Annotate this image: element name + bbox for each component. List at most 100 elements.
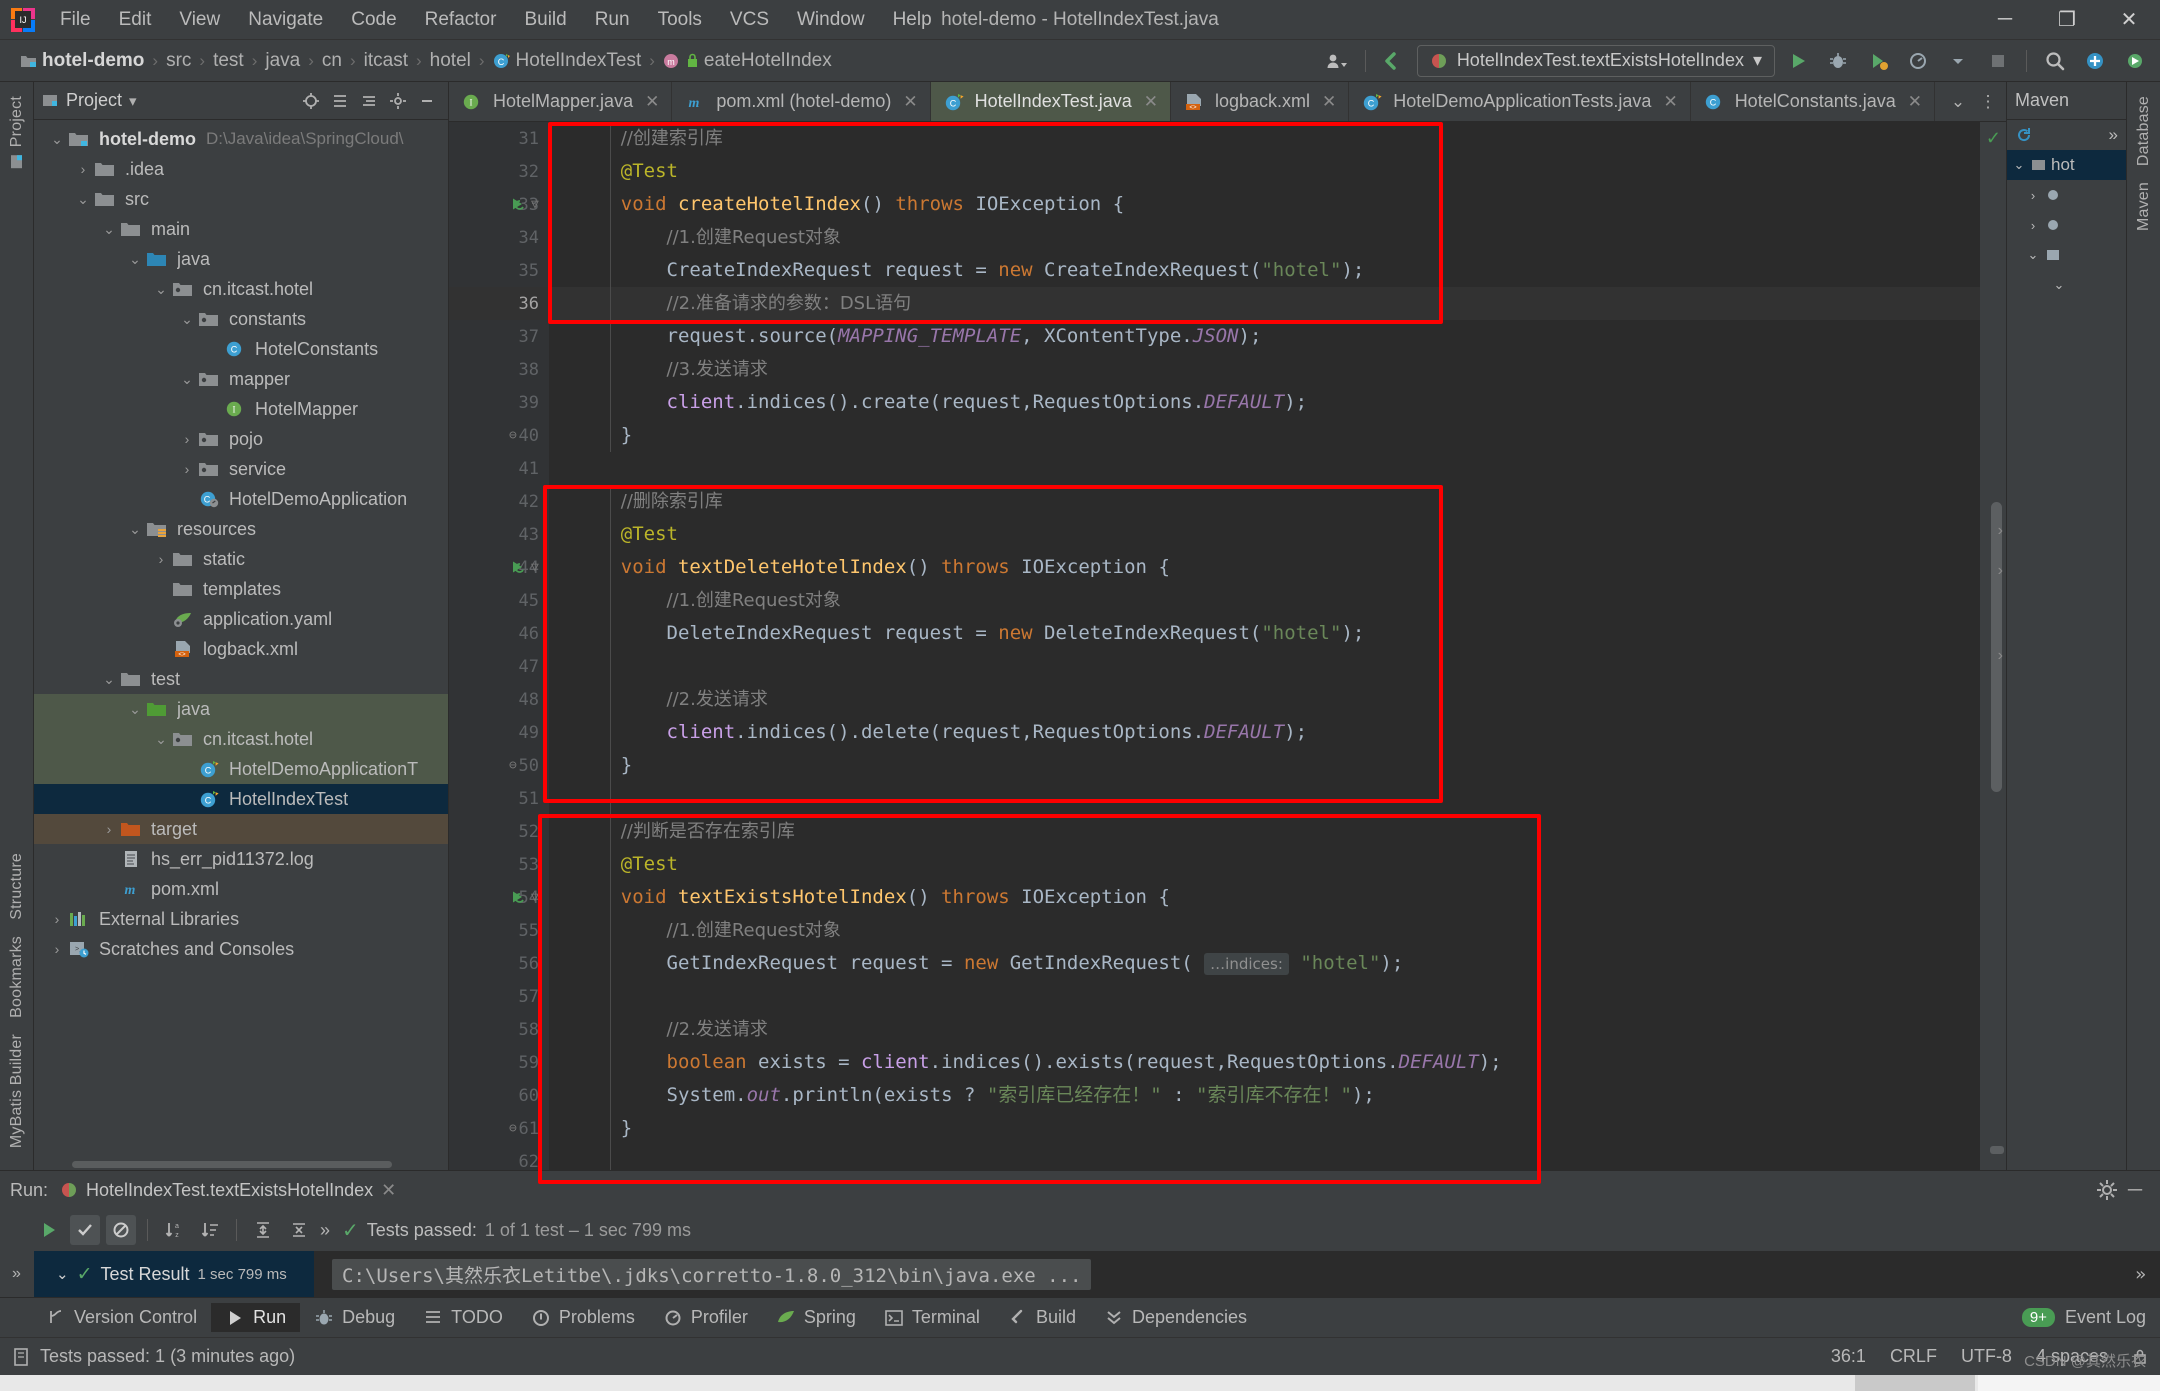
debug-icon[interactable]	[1821, 45, 1855, 77]
chevron-down-icon[interactable]: ⌄	[46, 131, 68, 148]
gutter-line-34[interactable]: 34	[449, 221, 549, 254]
hide-window-icon[interactable]: ─	[2128, 1179, 2150, 1202]
close-icon[interactable]: ✕	[1663, 92, 1677, 112]
chevron-down-icon[interactable]: ⌄	[124, 701, 146, 718]
breadcrumb-method[interactable]: m eateHotelIndex	[657, 48, 838, 74]
expand-all-icon[interactable]	[327, 88, 353, 114]
tree-node-hotel-demo[interactable]: ⌄hotel-demoD:\Java\idea\SpringCloud\	[34, 124, 448, 154]
tree-node-hoteldemoapplication[interactable]: CHotelDemoApplication	[34, 484, 448, 514]
tree-node-java[interactable]: ⌄java	[34, 694, 448, 724]
stop-icon[interactable]	[1981, 45, 2015, 77]
expand-all-button[interactable]	[248, 1215, 278, 1245]
tree-node-cn-itcast-hotel[interactable]: ⌄cn.itcast.hotel	[34, 274, 448, 304]
tree-node-hotelconstants[interactable]: CHotelConstants	[34, 334, 448, 364]
gutter-line-52[interactable]: 52	[449, 815, 549, 848]
breadcrumb-java[interactable]: java	[259, 48, 306, 74]
close-icon[interactable]: ✕	[645, 92, 659, 112]
caret-position[interactable]: 36:1	[1831, 1346, 1866, 1367]
gutter-line-46[interactable]: 46	[449, 617, 549, 650]
breadcrumb-test[interactable]: test	[207, 48, 250, 74]
chevron-down-icon[interactable]: ⌄	[124, 521, 146, 538]
code-line-49[interactable]: client.indices().delete(request,RequestO…	[549, 716, 1980, 749]
chevron-right-icon[interactable]: ›	[46, 911, 68, 927]
fold-marker-icon[interactable]: ⊖	[509, 428, 517, 443]
chevron-down-icon[interactable]: ⌄	[98, 671, 120, 688]
tool-window-terminal[interactable]: Terminal	[870, 1303, 994, 1332]
editor-marker-column[interactable]: ✓ › › ›	[1980, 122, 2006, 1170]
tree-node-static[interactable]: ›static	[34, 544, 448, 574]
gutter-line-43[interactable]: 43	[449, 518, 549, 551]
code-line-47[interactable]	[549, 650, 1980, 683]
fold-marker-icon[interactable]: ⊖	[509, 758, 517, 773]
gutter-marker-line-61[interactable]: ⊖	[509, 1112, 549, 1145]
chevron-down-icon[interactable]: ⌄	[98, 221, 120, 238]
account-icon[interactable]	[1320, 45, 1354, 77]
sidebar-item-structure[interactable]: Structure	[8, 845, 26, 928]
chevron-right-icon[interactable]: ›	[150, 551, 172, 567]
tool-window-run[interactable]: Run	[211, 1303, 300, 1332]
run-configuration-selector[interactable]: HotelIndexTest.textExistsHotelIndex ▾	[1417, 45, 1775, 77]
editor-tab-logback-xml[interactable]: <>logback.xml✕	[1171, 82, 1349, 121]
show-more-tabs-icon[interactable]: ⌄	[1946, 92, 1970, 112]
chevron-right-icon[interactable]: ›	[176, 461, 198, 477]
run-test-gutter-icon[interactable]	[509, 888, 528, 907]
tool-window-spring[interactable]: Spring	[762, 1303, 870, 1332]
editor-gutter[interactable]: 313233▽34353637383940⊖41424344▽454647484…	[449, 122, 549, 1170]
gutter-line-60[interactable]: 60	[449, 1079, 549, 1112]
event-log-label[interactable]: Event Log	[2065, 1307, 2146, 1328]
tool-window-debug[interactable]: Debug	[300, 1303, 409, 1332]
chevron-right-icon[interactable]: ›	[2025, 218, 2041, 233]
code-line-62[interactable]	[549, 1145, 1980, 1170]
menu-item-navigate[interactable]: Navigate	[234, 5, 337, 35]
gutter-line-37[interactable]: 37	[449, 320, 549, 353]
tree-node-templates[interactable]: templates	[34, 574, 448, 604]
breadcrumb-hotel[interactable]: hotel	[424, 48, 477, 74]
gutter-line-49[interactable]: 49	[449, 716, 549, 749]
close-icon[interactable]: ✕	[903, 92, 917, 112]
line-separator[interactable]: CRLF	[1890, 1346, 1937, 1367]
code-line-39[interactable]: client.indices().create(request,RequestO…	[549, 386, 1980, 419]
tree-node-application-yaml[interactable]: application.yaml	[34, 604, 448, 634]
code-line-50[interactable]: }	[549, 749, 1980, 782]
tool-window-version-control[interactable]: Version Control	[30, 1303, 211, 1332]
tool-window-dependencies[interactable]: Dependencies	[1090, 1303, 1261, 1332]
code-line-31[interactable]: //创建索引库	[549, 122, 1980, 155]
sort-by-duration-button[interactable]	[195, 1215, 225, 1245]
coverage-icon[interactable]	[1861, 45, 1895, 77]
chevron-down-icon[interactable]: ⌄	[124, 251, 146, 268]
gutter-line-57[interactable]: 57	[449, 980, 549, 1013]
tree-node-test[interactable]: ⌄test	[34, 664, 448, 694]
collapse-all-icon[interactable]	[356, 88, 382, 114]
breadcrumb-itcast[interactable]: itcast	[358, 48, 414, 74]
tree-node--idea[interactable]: ›.idea	[34, 154, 448, 184]
code-line-33[interactable]: void createHotelIndex() throws IOExcepti…	[549, 188, 1980, 221]
collapse-all-button[interactable]	[284, 1215, 314, 1245]
gutter-line-51[interactable]: 51	[449, 782, 549, 815]
tool-window-profiler[interactable]: Profiler	[649, 1303, 762, 1332]
tree-node-target[interactable]: ›target	[34, 814, 448, 844]
code-line-55[interactable]: //1.创建Request对象	[549, 914, 1980, 947]
gutter-line-62[interactable]: 62	[449, 1145, 549, 1170]
editor-tab-hotelindextest-java[interactable]: CHotelIndexTest.java✕	[931, 82, 1171, 121]
code-line-38[interactable]: //3.发送请求	[549, 353, 1980, 386]
chevron-down-icon[interactable]: ⌄	[72, 191, 94, 208]
breadcrumb-hotel-demo[interactable]: hotel-demo	[14, 48, 150, 74]
code-line-56[interactable]: GetIndexRequest request = new GetIndexRe…	[549, 947, 1980, 980]
tree-node-pojo[interactable]: ›pojo	[34, 424, 448, 454]
run-console[interactable]: C:\Users\其然乐衣Letitbe\.jdks\corretto-1.8.…	[314, 1251, 2160, 1297]
chevron-down-icon[interactable]: ⌄	[176, 371, 198, 388]
chevron-down-icon[interactable]: ⌄	[150, 281, 172, 298]
close-button[interactable]: ✕	[2098, 0, 2160, 40]
sidebar-item-project[interactable]: Project	[8, 88, 26, 177]
editor-tab-hotelconstants-java[interactable]: CHotelConstants.java✕	[1691, 82, 1935, 121]
code-line-36[interactable]: //2.准备请求的参数：DSL语句	[549, 287, 1980, 320]
code-editor[interactable]: 313233▽34353637383940⊖41424344▽454647484…	[449, 122, 2006, 1170]
code-line-43[interactable]: @Test	[549, 518, 1980, 551]
chevron-right-icon[interactable]: ›	[2025, 188, 2041, 203]
tree-node-hoteldemoapplicationt[interactable]: CHotelDemoApplicationT	[34, 754, 448, 784]
code-line-54[interactable]: void textExistsHotelIndex() throws IOExc…	[549, 881, 1980, 914]
run-tab[interactable]: HotelIndexTest.textExistsHotelIndex ✕	[60, 1180, 396, 1201]
notification-icon[interactable]	[12, 1347, 30, 1367]
editor-code-lines[interactable]: //创建索引库 @Test void createHotelIndex() th…	[549, 122, 1980, 1170]
settings-icon[interactable]	[2118, 45, 2152, 77]
